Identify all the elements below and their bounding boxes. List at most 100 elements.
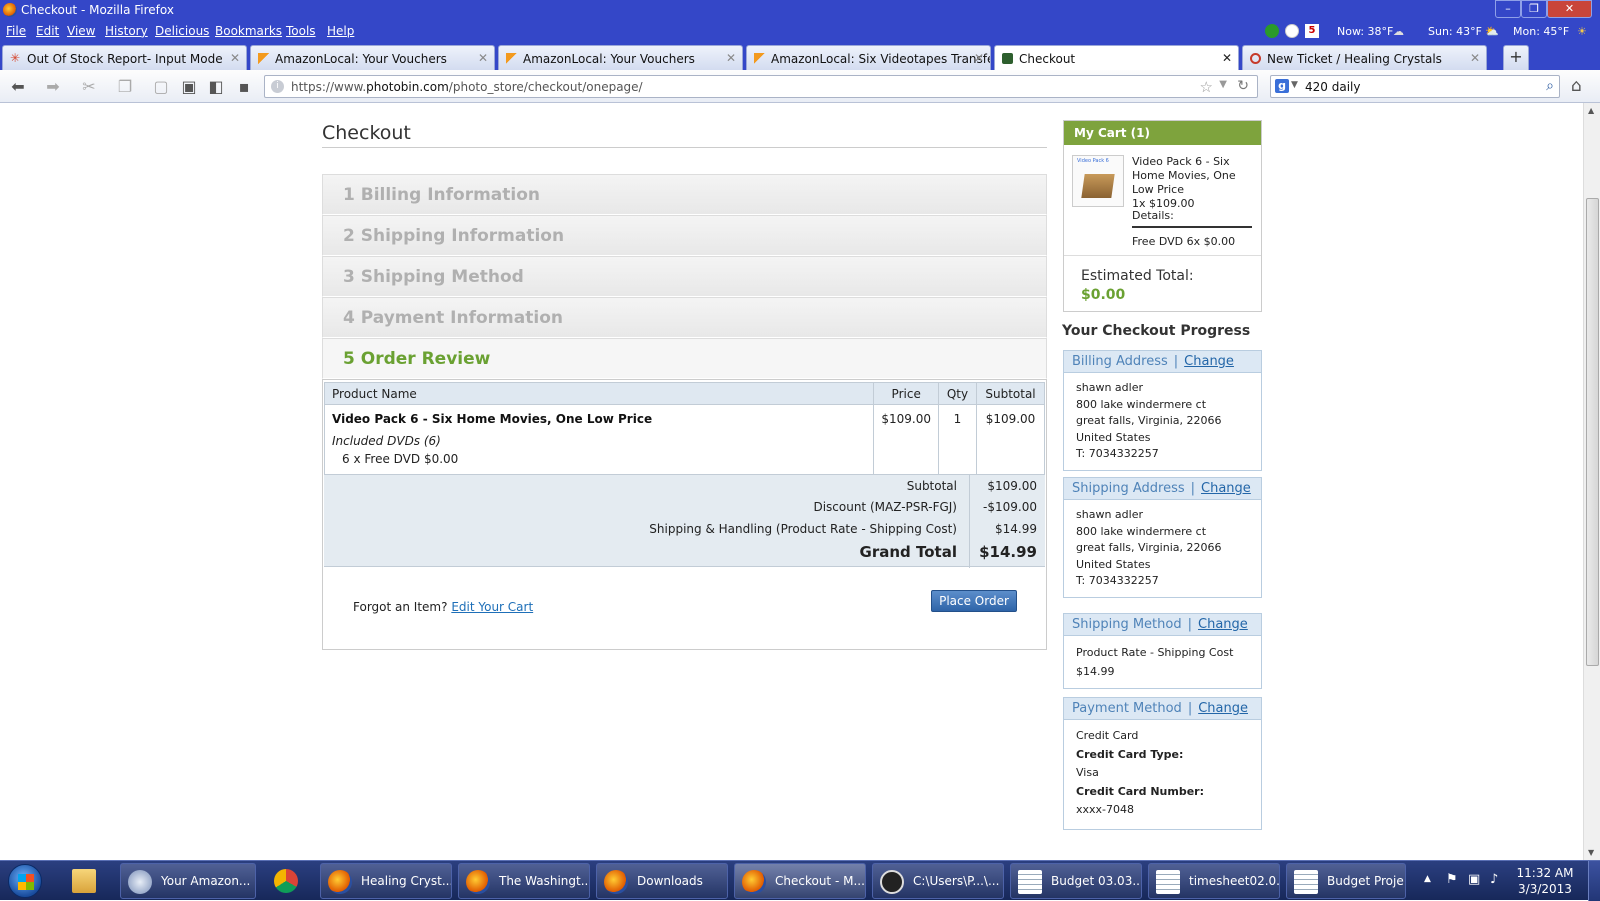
tab-new-ticket[interactable]: New Ticket / Healing Crystals ✕ bbox=[1242, 45, 1487, 70]
clock-date: 3/3/2013 bbox=[1518, 882, 1572, 896]
window-icon[interactable]: ◧ bbox=[205, 76, 227, 98]
tab-amazonlocal-videotapes[interactable]: AmazonLocal: Six Videotapes Transfe... ✕ bbox=[746, 45, 991, 70]
copy-icon[interactable]: ❐ bbox=[114, 76, 136, 98]
taskbar-item-checkout[interactable]: Checkout - M... bbox=[734, 863, 866, 899]
home-icon[interactable]: ⌂ bbox=[1571, 76, 1582, 96]
taskbar-label: Checkout - M... bbox=[775, 874, 865, 888]
close-tab-icon[interactable]: ✕ bbox=[1222, 51, 1232, 65]
taskbar-label: Budget 03.03.... bbox=[1051, 874, 1142, 888]
taskbar-item-users-folder[interactable]: C:\Users\P...\... bbox=[872, 863, 1004, 899]
search-icon[interactable]: ⌕ bbox=[1546, 78, 1554, 94]
tray-expand-icon[interactable]: ▲ bbox=[1424, 874, 1431, 884]
history-dropdown-icon[interactable]: ▼ bbox=[1219, 79, 1227, 90]
taskbar-item-chrome[interactable] bbox=[262, 863, 310, 899]
tab-bar: ✳ Out Of Stock Report- Input Mode ✕ Amaz… bbox=[0, 43, 1600, 70]
billing-change-link[interactable]: Change bbox=[1184, 354, 1234, 369]
product-thumbnail[interactable]: Video Pack 6 bbox=[1072, 155, 1124, 207]
cart-item-name: Video Pack 6 - Six Home Movies, One Low … bbox=[1132, 155, 1236, 196]
forward-arrow-icon[interactable]: ➡ bbox=[42, 76, 64, 98]
tab-amazonlocal-vouchers-2[interactable]: AmazonLocal: Your Vouchers ✕ bbox=[498, 45, 743, 70]
system-clock[interactable]: 11:32 AM 3/3/2013 bbox=[1512, 865, 1578, 897]
search-bar[interactable]: g ▼ 420 daily ⌕ bbox=[1270, 75, 1560, 98]
menu-file[interactable]: File bbox=[6, 24, 26, 38]
payment-change-link[interactable]: Change bbox=[1198, 701, 1248, 716]
paste-icon[interactable]: ▢ bbox=[150, 76, 172, 98]
taskbar-item-timesheet[interactable]: timesheet02.0... bbox=[1148, 863, 1280, 899]
weather-sun[interactable]: Sun: 43°F bbox=[1428, 25, 1482, 38]
clock-icon[interactable] bbox=[1285, 24, 1299, 38]
tab-label: AmazonLocal: Your Vouchers bbox=[275, 52, 447, 66]
engine-dropdown-icon[interactable]: ▼ bbox=[1291, 80, 1298, 90]
step-label: 5 Order Review bbox=[343, 349, 491, 369]
explorer-pinned[interactable] bbox=[66, 863, 112, 899]
menu-view[interactable]: View bbox=[67, 24, 95, 38]
firefox-icon bbox=[604, 870, 628, 894]
menu-delicious[interactable]: Delicious bbox=[155, 24, 209, 38]
new-tab-button[interactable]: + bbox=[1503, 45, 1529, 70]
close-tab-icon[interactable]: ✕ bbox=[974, 51, 984, 65]
bookmark-star-icon[interactable]: ☆ bbox=[1200, 78, 1213, 96]
taskbar-item-amazon[interactable]: Your Amazon... bbox=[120, 863, 256, 899]
close-tab-icon[interactable]: ✕ bbox=[478, 51, 488, 65]
restore-button[interactable]: ❐ bbox=[1521, 0, 1547, 18]
table-row: Video Pack 6 - Six Home Movies, One Low … bbox=[323, 404, 1045, 475]
table-header-row: Product Name Price Qty Subtotal bbox=[323, 382, 1045, 405]
place-order-button[interactable]: Place Order bbox=[931, 590, 1017, 612]
url-text[interactable]: https://www.photobin.com/photo_store/che… bbox=[291, 80, 643, 94]
taskbar-item-budget-projection[interactable]: Budget Proje... bbox=[1286, 863, 1406, 899]
step-shipping-method[interactable]: 3 Shipping Method bbox=[322, 256, 1047, 297]
action-center-flag-icon[interactable]: ⚑ bbox=[1446, 872, 1458, 887]
payment-method-header: Payment Method | Change bbox=[1064, 698, 1261, 720]
network-icon[interactable]: ▣ bbox=[1468, 872, 1480, 887]
address-bar[interactable]: i https://www.photobin.com/photo_store/c… bbox=[264, 75, 1258, 98]
taskbar-item-healing-crystals[interactable]: Healing Cryst... bbox=[320, 863, 452, 899]
close-tab-icon[interactable]: ✕ bbox=[726, 51, 736, 65]
spreadsheet-icon bbox=[1018, 870, 1042, 894]
minimize-button[interactable]: – bbox=[1495, 0, 1521, 18]
google-icon[interactable]: g bbox=[1275, 79, 1289, 93]
menu-edit[interactable]: Edit bbox=[36, 24, 59, 38]
shipping-address-title: Shipping Address bbox=[1072, 481, 1185, 496]
menu-history[interactable]: History bbox=[105, 24, 148, 38]
taskbar-item-budget[interactable]: Budget 03.03.... bbox=[1010, 863, 1142, 899]
menu-tools[interactable]: Tools bbox=[286, 24, 316, 38]
discount-value: -$109.00 bbox=[983, 500, 1037, 514]
volume-icon[interactable]: ♪ bbox=[1490, 872, 1498, 887]
step-label: 2 Shipping Information bbox=[343, 226, 565, 246]
cart-item: Video Pack 6 - Six Home Movies, One Low … bbox=[1132, 155, 1257, 211]
close-window-button[interactable]: ✕ bbox=[1547, 0, 1592, 18]
step-payment-information[interactable]: 4 Payment Information bbox=[322, 297, 1047, 338]
close-tab-icon[interactable]: ✕ bbox=[230, 51, 240, 65]
scrollbar-thumb[interactable] bbox=[1586, 198, 1599, 666]
green-status-icon[interactable] bbox=[1265, 24, 1279, 38]
taskbar-item-downloads[interactable]: Downloads bbox=[596, 863, 728, 899]
calendar-icon[interactable]: 5 bbox=[1305, 24, 1319, 38]
shipping-change-link[interactable]: Change bbox=[1201, 481, 1251, 496]
briefcase-icon[interactable]: ▪ bbox=[233, 76, 255, 98]
scroll-up-arrow-icon[interactable]: ▲ bbox=[1588, 106, 1594, 115]
start-button[interactable] bbox=[8, 864, 42, 898]
method-name: Product Rate - Shipping Cost bbox=[1076, 646, 1234, 659]
menu-bookmarks[interactable]: Bookmarks bbox=[215, 24, 282, 38]
reload-icon[interactable]: ↻ bbox=[1237, 78, 1249, 94]
site-identity-icon[interactable]: i bbox=[271, 80, 284, 93]
search-query[interactable]: 420 daily bbox=[1305, 80, 1360, 94]
step-billing-information[interactable]: 1 Billing Information bbox=[322, 174, 1047, 215]
tab-amazonlocal-vouchers-1[interactable]: AmazonLocal: Your Vouchers ✕ bbox=[250, 45, 495, 70]
tab-checkout[interactable]: Checkout ✕ bbox=[994, 45, 1239, 70]
weather-now[interactable]: Now: 38°F bbox=[1337, 25, 1393, 38]
scroll-down-arrow-icon[interactable]: ▼ bbox=[1588, 848, 1594, 857]
menu-help[interactable]: Help bbox=[327, 24, 354, 38]
taskbar-item-washington[interactable]: The Washingt... bbox=[458, 863, 590, 899]
method-change-link[interactable]: Change bbox=[1198, 617, 1248, 632]
back-arrow-icon[interactable]: ⬅ bbox=[7, 76, 29, 98]
close-tab-icon[interactable]: ✕ bbox=[1470, 51, 1480, 65]
tab-out-of-stock[interactable]: ✳ Out Of Stock Report- Input Mode ✕ bbox=[2, 45, 247, 70]
screenshot-icon[interactable]: ▣ bbox=[178, 76, 200, 98]
vertical-scrollbar[interactable]: ▲ ▼ bbox=[1583, 103, 1600, 860]
step-shipping-information[interactable]: 2 Shipping Information bbox=[322, 215, 1047, 256]
weather-mon[interactable]: Mon: 45°F bbox=[1513, 25, 1569, 38]
show-desktop-button[interactable] bbox=[1588, 861, 1600, 901]
edit-cart-link[interactable]: Edit Your Cart bbox=[451, 600, 533, 614]
cut-icon[interactable]: ✂ bbox=[78, 76, 100, 98]
